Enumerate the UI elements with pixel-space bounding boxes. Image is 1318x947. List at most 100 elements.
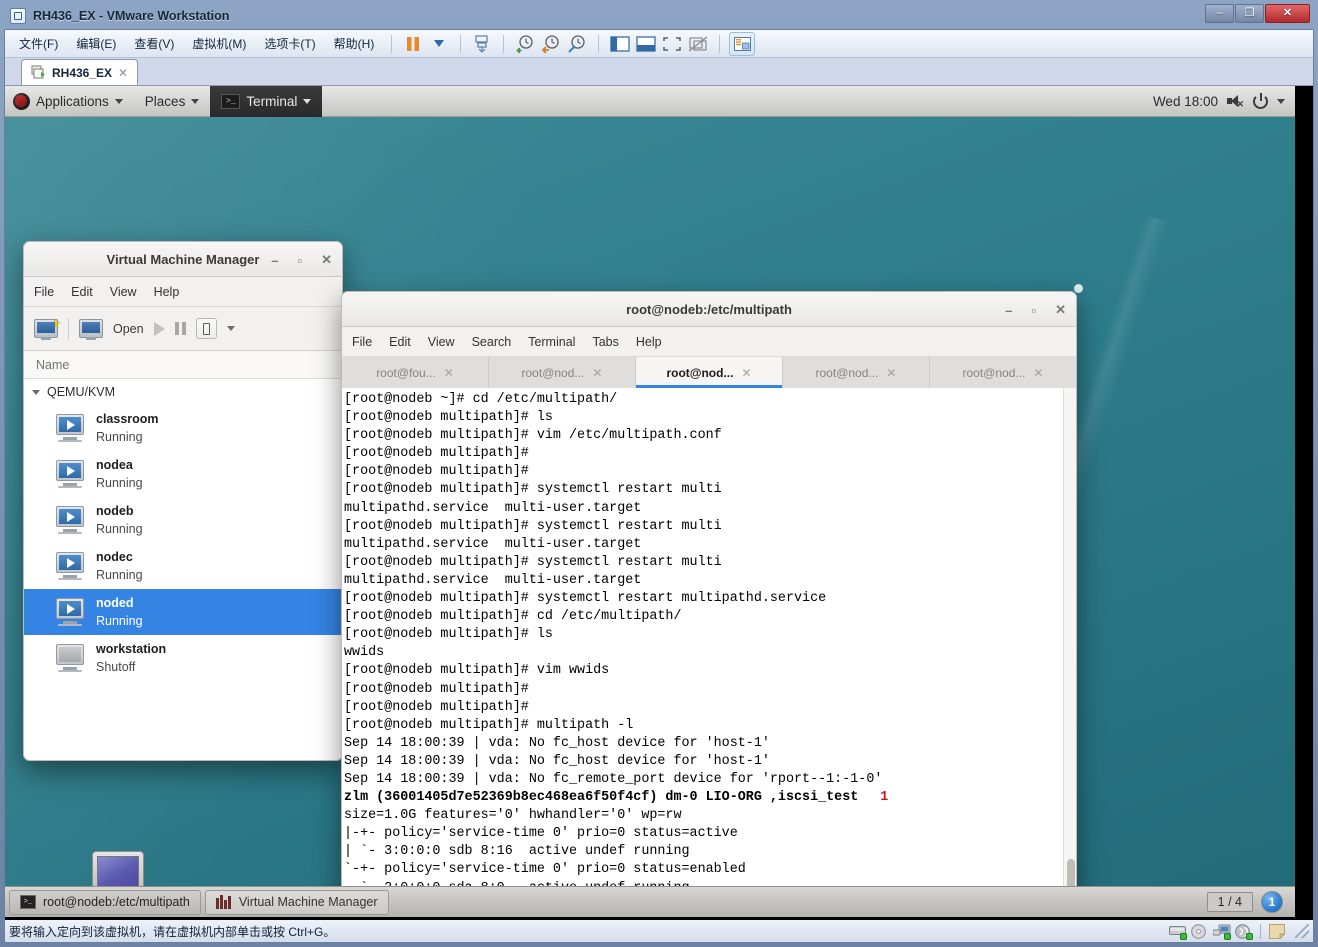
- terminal-menu-search[interactable]: Search: [472, 335, 512, 349]
- terminal-line: multipathd.service multi-user.target: [344, 572, 1063, 590]
- maximize-button[interactable]: ▫: [1031, 303, 1036, 318]
- run-icon[interactable]: [154, 322, 165, 336]
- vm-list-item-noded[interactable]: noded Running: [24, 589, 342, 635]
- vm-list-item-nodeb[interactable]: nodeb Running: [24, 497, 342, 543]
- taskbar-item-vmm[interactable]: Virtual Machine Manager: [205, 890, 389, 915]
- full-screen-icon[interactable]: [660, 33, 684, 55]
- taskbar-item-terminal[interactable]: >_ root@nodeb:/etc/multipath: [9, 890, 201, 915]
- terminal-output[interactable]: [root@nodeb ~]# cd /etc/multipath/[root@…: [342, 388, 1063, 917]
- new-vm-icon[interactable]: ★: [34, 319, 58, 338]
- vmm-connection-group[interactable]: QEMU/KVM: [24, 379, 342, 405]
- terminal-tab-5[interactable]: root@nod... ✕: [930, 357, 1076, 388]
- network-adapter-icon[interactable]: [1213, 924, 1230, 939]
- terminal-menu-tabs[interactable]: Tabs: [592, 335, 618, 349]
- open-icon[interactable]: [79, 319, 103, 338]
- power-icon[interactable]: [1253, 94, 1268, 109]
- terminal-line: [root@nodeb multipath]#: [344, 445, 1063, 463]
- workspace-indicator[interactable]: 1 / 4: [1207, 892, 1253, 912]
- show-library-icon[interactable]: [729, 32, 755, 56]
- vmm-menu-file[interactable]: File: [34, 285, 54, 299]
- close-icon[interactable]: ✕: [886, 366, 896, 380]
- clock[interactable]: Wed 18:00: [1153, 94, 1218, 109]
- vm-console-screen[interactable]: Applications Places >_ Terminal Wed 18:0…: [5, 86, 1313, 942]
- menu-terminal-app[interactable]: >_ Terminal: [210, 86, 322, 117]
- terminal-line: Sep 14 18:00:39 | vda: No fc_host device…: [344, 735, 1063, 753]
- menu-view[interactable]: 查看(V): [126, 32, 182, 55]
- terminal-window[interactable]: root@nodeb:/etc/multipath – ▫ ✕ File Edi…: [341, 291, 1077, 917]
- take-snapshot-icon[interactable]: [513, 33, 537, 55]
- close-button[interactable]: ✕: [321, 252, 332, 268]
- resize-grip[interactable]: [1295, 924, 1309, 938]
- vm-tab-rh436ex[interactable]: RH436_EX ✕: [21, 59, 138, 85]
- maximize-button[interactable]: ▫: [297, 253, 302, 268]
- shutdown-icon[interactable]: [196, 318, 217, 339]
- terminal-menu-file[interactable]: File: [352, 335, 372, 349]
- toolbar-divider: [68, 318, 69, 340]
- menu-places[interactable]: Places: [134, 86, 211, 117]
- vm-list-item-workstation[interactable]: workstation Shutoff: [24, 635, 342, 681]
- minimize-button[interactable]: –: [1205, 4, 1234, 23]
- pause-icon[interactable]: [175, 322, 186, 335]
- usb-sound-icon[interactable]: [1235, 924, 1252, 939]
- terminal-menu-view[interactable]: View: [428, 335, 455, 349]
- chevron-down-icon[interactable]: [227, 326, 235, 331]
- menu-file[interactable]: 文件(F): [11, 32, 66, 55]
- vm-running-icon: [54, 414, 86, 442]
- manage-snapshots-icon[interactable]: [565, 33, 589, 55]
- pause-icon[interactable]: [401, 33, 425, 55]
- menu-edit[interactable]: 编辑(E): [68, 32, 124, 55]
- vmm-window-controls: – ▫ ✕: [271, 242, 332, 278]
- vmm-menu-edit[interactable]: Edit: [71, 285, 93, 299]
- terminal-tab-4[interactable]: root@nod... ✕: [783, 357, 930, 388]
- menu-help[interactable]: 帮助(H): [326, 32, 383, 55]
- cd-dvd-icon[interactable]: [1191, 924, 1208, 939]
- show-sidebar-icon[interactable]: [608, 33, 632, 55]
- maximize-button[interactable]: ❐: [1235, 4, 1264, 23]
- chevron-down-icon[interactable]: [1277, 99, 1285, 104]
- menu-vm[interactable]: 虚拟机(M): [184, 32, 254, 55]
- hard-disk-icon[interactable]: [1169, 924, 1186, 939]
- menu-tabs[interactable]: 选项卡(T): [256, 32, 323, 55]
- gnome-top-panel: Applications Places >_ Terminal Wed 18:0…: [5, 86, 1295, 117]
- close-icon[interactable]: ✕: [1033, 366, 1043, 380]
- vmm-menu-help[interactable]: Help: [154, 285, 180, 299]
- chevron-down-icon: [191, 99, 199, 104]
- vmm-menubar: File Edit View Help: [23, 277, 343, 307]
- close-icon[interactable]: ✕: [741, 366, 751, 380]
- terminal-menu-help[interactable]: Help: [636, 335, 662, 349]
- volume-muted-icon[interactable]: ✕: [1227, 94, 1244, 108]
- vm-list-item-nodea[interactable]: nodea Running: [24, 451, 342, 497]
- notes-icon[interactable]: [1269, 924, 1286, 939]
- terminal-tab-3-active[interactable]: root@nod... ✕: [636, 357, 783, 388]
- chevron-down-icon[interactable]: [32, 390, 40, 395]
- close-icon[interactable]: ✕: [592, 366, 602, 380]
- terminal-menu-terminal[interactable]: Terminal: [528, 335, 575, 349]
- terminal-tab-label: root@nod...: [522, 366, 585, 380]
- terminal-scrollbar[interactable]: [1063, 388, 1076, 917]
- show-console-icon[interactable]: [634, 33, 658, 55]
- terminal-line: [root@nodeb multipath]# ls: [344, 626, 1063, 644]
- close-icon[interactable]: ✕: [444, 366, 454, 380]
- vmm-open-label[interactable]: Open: [113, 322, 144, 336]
- terminal-tab-1[interactable]: root@fou... ✕: [342, 357, 489, 388]
- terminal-body[interactable]: [root@nodeb ~]# cd /etc/multipath/[root@…: [341, 388, 1077, 917]
- terminal-menubar: File Edit View Search Terminal Tabs Help: [341, 327, 1077, 357]
- vm-list-item-classroom[interactable]: classroom Running: [24, 405, 342, 451]
- vmm-menu-view[interactable]: View: [110, 285, 137, 299]
- minimize-button[interactable]: –: [1005, 303, 1012, 318]
- snapshot-manager-icon[interactable]: [470, 33, 494, 55]
- minimize-button[interactable]: –: [271, 253, 278, 268]
- terminal-tab-2[interactable]: root@nod... ✕: [489, 357, 636, 388]
- revert-snapshot-icon[interactable]: [539, 33, 563, 55]
- close-icon[interactable]: ✕: [118, 66, 128, 80]
- close-button[interactable]: ✕: [1265, 4, 1310, 23]
- vm-list-item-nodec[interactable]: nodec Running: [24, 543, 342, 589]
- vmm-vm-list[interactable]: QEMU/KVM classroom Running: [23, 379, 343, 761]
- dropdown-caret-icon[interactable]: [427, 33, 451, 55]
- virtual-machine-manager-window[interactable]: Virtual Machine Manager – ▫ ✕ File Edit …: [23, 241, 343, 761]
- menu-applications[interactable]: Applications: [5, 86, 134, 117]
- workspace-badge[interactable]: 1: [1261, 891, 1283, 913]
- unity-mode-icon[interactable]: [686, 33, 710, 55]
- terminal-menu-edit[interactable]: Edit: [389, 335, 411, 349]
- close-button[interactable]: ✕: [1055, 302, 1066, 318]
